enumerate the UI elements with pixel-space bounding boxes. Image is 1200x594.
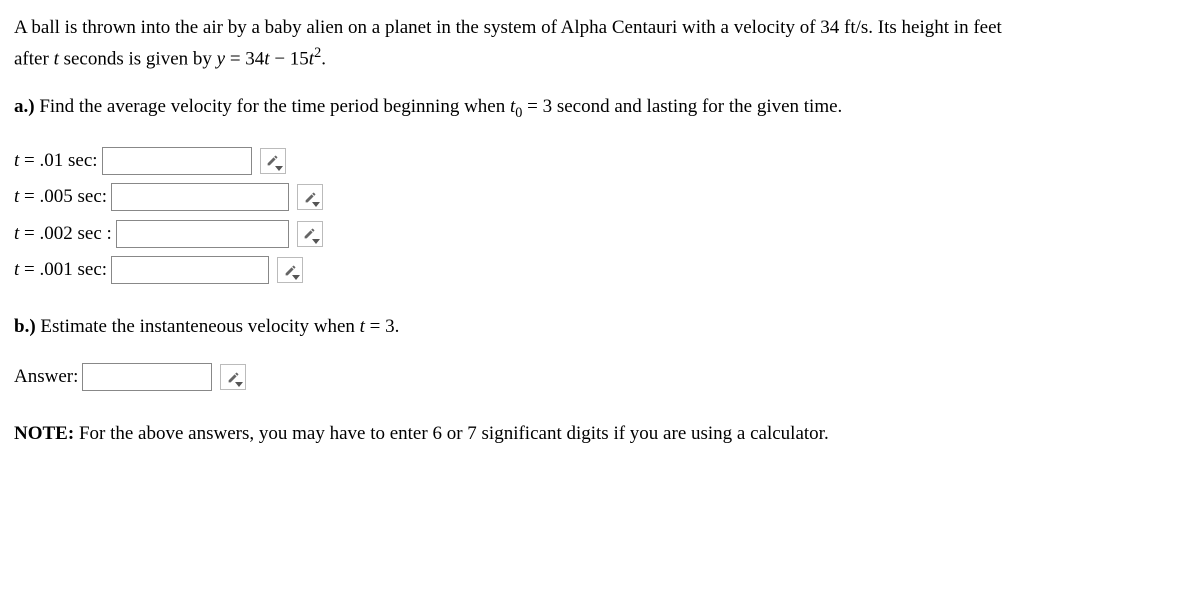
pencil-icon (284, 264, 297, 277)
input-t-002[interactable] (116, 220, 289, 248)
part-b-prompt: b.) Estimate the instanteneous velocity … (14, 313, 1186, 342)
row-label: t = .01 sec: (14, 147, 98, 176)
eq-minus: − 15 (270, 48, 309, 69)
note: NOTE: For the above answers, you may hav… (14, 420, 1186, 449)
eq-end: . (321, 48, 326, 69)
help-dropdown[interactable] (297, 221, 323, 247)
input-t-001[interactable] (111, 256, 269, 284)
problem-intro: A ball is thrown into the air by a baby … (14, 14, 1186, 73)
part-b-label: b.) (14, 316, 36, 337)
help-dropdown[interactable] (297, 184, 323, 210)
help-dropdown[interactable] (220, 364, 246, 390)
row-01: t = .01 sec: (14, 147, 1186, 176)
help-dropdown[interactable] (260, 148, 286, 174)
row-002: t = .002 sec : (14, 220, 1186, 249)
pencil-icon (266, 154, 279, 167)
note-rest: For the above answers, you may have to e… (74, 423, 829, 444)
input-answer[interactable] (82, 363, 212, 391)
answer-row: Answer: (14, 363, 1186, 392)
part-a-text: Find the average velocity for the time p… (35, 96, 510, 117)
part-a-label: a.) (14, 96, 35, 117)
pencil-icon (304, 191, 317, 204)
pencil-icon (303, 227, 316, 240)
input-t-005[interactable] (111, 183, 289, 211)
row-label: t = .001 sec: (14, 256, 107, 285)
intro-line2-mid: seconds is given by (59, 48, 217, 69)
note-bold: NOTE: (14, 423, 74, 444)
row-label: t = .005 sec: (14, 183, 107, 212)
pencil-icon (227, 371, 240, 384)
eq-eq: = 34 (225, 48, 264, 69)
row-005: t = .005 sec: (14, 183, 1186, 212)
partb-t-after: = 3. (365, 316, 399, 337)
input-t-01[interactable] (102, 147, 252, 175)
intro-line1: A ball is thrown into the air by a baby … (14, 17, 1002, 38)
t0-after: = 3 second and lasting for the given tim… (522, 96, 842, 117)
answer-label: Answer: (14, 363, 78, 392)
part-b-text: Estimate the instanteneous velocity when (36, 316, 360, 337)
row-001: t = .001 sec: (14, 256, 1186, 285)
eq-lhs: y (217, 48, 225, 69)
help-dropdown[interactable] (277, 257, 303, 283)
intro-line2-prefix: after (14, 48, 54, 69)
row-label: t = .002 sec : (14, 220, 112, 249)
part-a-prompt: a.) Find the average velocity for the ti… (14, 93, 1186, 124)
